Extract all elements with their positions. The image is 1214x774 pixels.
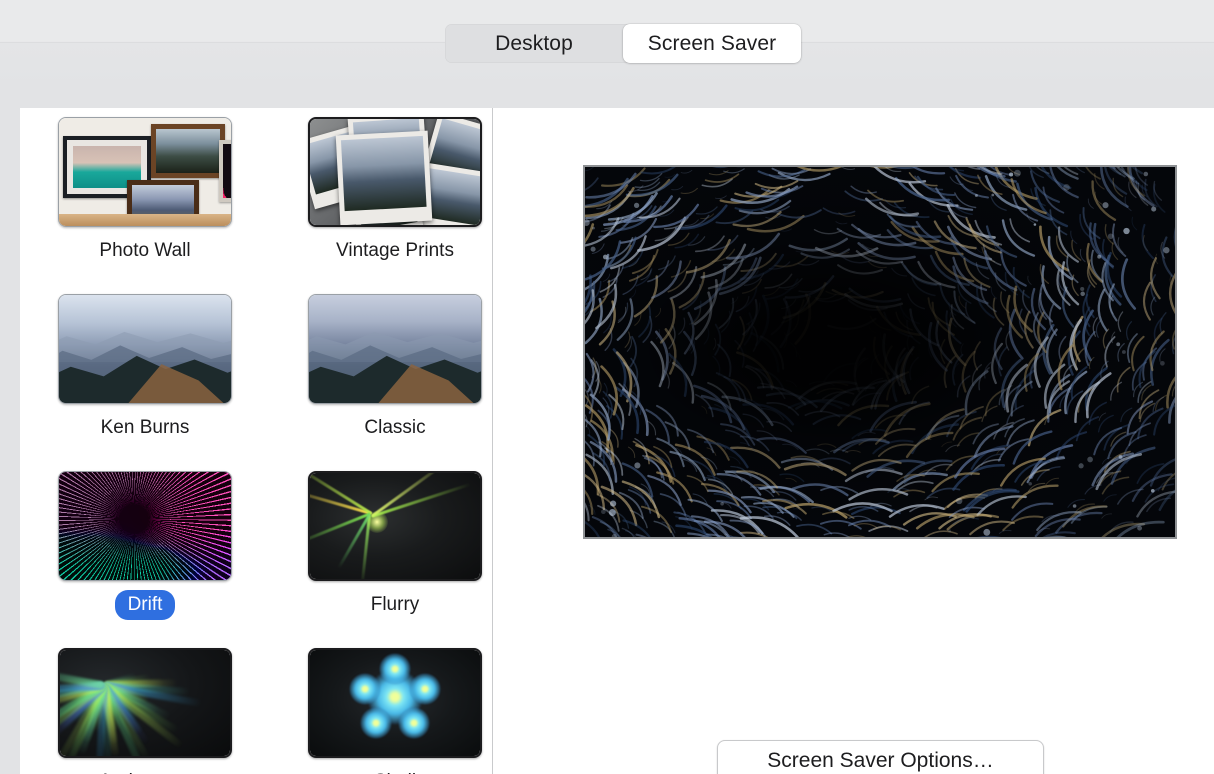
screen-saver-options-button[interactable]: Screen Saver Options… — [717, 740, 1044, 774]
screen-saver-label: Vintage Prints — [336, 240, 454, 261]
screen-saver-label: Shell — [361, 767, 429, 774]
screen-saver-item-drift[interactable]: Drift — [20, 462, 270, 620]
screen-saver-preference-pane: Desktop Screen Saver Photo Wall Vintage … — [0, 0, 1214, 774]
thumbnail-wrap[interactable] — [58, 471, 232, 581]
thumbnail-wrap[interactable] — [58, 648, 232, 758]
screen-saver-item-ken-burns[interactable]: Ken Burns — [20, 285, 270, 443]
preview-pane: Screen Saver Options… — [493, 108, 1214, 774]
content-area: Photo Wall Vintage Prints Ken Burns Clas… — [0, 86, 1214, 774]
ken-burns-thumbnail-icon — [58, 294, 232, 404]
screen-saver-item-vintage-prints[interactable]: Vintage Prints — [270, 108, 492, 266]
screen-saver-label: Arabesque — [86, 767, 204, 774]
screen-saver-label: Flurry — [370, 594, 420, 615]
screen-saver-item-arabesque[interactable]: Arabesque — [20, 639, 270, 774]
thumbnail-wrap[interactable] — [58, 294, 232, 404]
drift-thumbnail-icon — [58, 471, 232, 581]
screen-saver-item-flurry[interactable]: Flurry — [270, 462, 492, 620]
screen-saver-label: Photo Wall — [99, 240, 191, 261]
tab-desktop[interactable]: Desktop — [445, 24, 623, 63]
classic-thumbnail-icon — [308, 294, 482, 404]
tab-screen-saver[interactable]: Screen Saver — [623, 24, 801, 63]
thumbnail-wrap[interactable] — [308, 648, 482, 758]
thumbnail-wrap[interactable] — [308, 294, 482, 404]
vintage-prints-thumbnail-icon — [308, 117, 482, 227]
thumbnail-wrap[interactable] — [308, 117, 482, 227]
photo-wall-thumbnail-icon — [58, 117, 232, 227]
shell-thumbnail-icon — [308, 648, 482, 758]
drift-preview-art — [585, 167, 1175, 537]
screen-saver-grid: Photo Wall Vintage Prints Ken Burns Clas… — [20, 108, 492, 774]
preference-panel: Photo Wall Vintage Prints Ken Burns Clas… — [20, 108, 1214, 774]
screen-saver-list[interactable]: Photo Wall Vintage Prints Ken Burns Clas… — [20, 108, 492, 774]
screen-saver-item-classic[interactable]: Classic — [270, 285, 492, 443]
window-toolbar: Desktop Screen Saver — [0, 0, 1214, 86]
flurry-thumbnail-icon — [308, 471, 482, 581]
arabesque-thumbnail-icon — [58, 648, 232, 758]
screen-saver-label: Classic — [364, 417, 426, 438]
screen-saver-item-photo-wall[interactable]: Photo Wall — [20, 108, 270, 266]
thumbnail-wrap[interactable] — [58, 117, 232, 227]
tab-group[interactable]: Desktop Screen Saver — [445, 24, 801, 63]
thumbnail-wrap[interactable] — [308, 471, 482, 581]
screen-saver-label: Ken Burns — [100, 417, 190, 438]
screen-saver-item-shell[interactable]: Shell — [270, 639, 492, 774]
screen-saver-preview — [583, 165, 1177, 539]
screen-saver-label-selected: Drift — [114, 590, 176, 620]
